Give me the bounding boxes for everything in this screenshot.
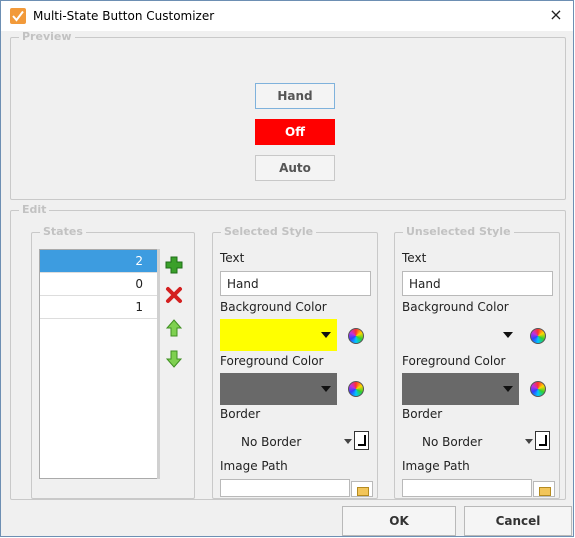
- selected-style-legend: Selected Style: [224, 225, 314, 238]
- selected-image-path-input[interactable]: [220, 479, 350, 497]
- chevron-down-icon: [503, 386, 513, 392]
- color-wheel-icon[interactable]: [348, 328, 364, 344]
- unselected-style-legend: Unselected Style: [406, 225, 511, 238]
- selected-border-select[interactable]: No Border: [241, 430, 301, 454]
- states-legend: States: [43, 225, 83, 238]
- selected-text-label: Text: [220, 251, 245, 265]
- chevron-down-icon: [321, 332, 331, 338]
- border-style-icon[interactable]: [354, 431, 369, 450]
- color-wheel-icon[interactable]: [530, 381, 546, 397]
- unselected-background-dropdown[interactable]: [402, 319, 519, 351]
- app-icon: [10, 8, 26, 24]
- ok-button[interactable]: OK: [342, 506, 456, 536]
- selected-foreground-label: Foreground Color: [220, 354, 324, 368]
- selected-background-label: Background Color: [220, 300, 327, 314]
- color-wheel-icon[interactable]: [530, 328, 546, 344]
- chevron-down-icon: [503, 332, 513, 338]
- unselected-text-input[interactable]: [402, 271, 553, 296]
- preview-legend: Preview: [22, 30, 72, 43]
- customizer-window: Multi-State Button Customizer × Preview …: [0, 0, 574, 537]
- unselected-image-path-input[interactable]: [402, 479, 532, 497]
- chevron-down-icon[interactable]: [344, 439, 352, 444]
- edit-legend: Edit: [22, 203, 47, 216]
- preview-button-hand[interactable]: Hand: [255, 83, 335, 109]
- selected-image-path-label: Image Path: [220, 459, 288, 473]
- selected-foreground-dropdown[interactable]: [220, 373, 337, 405]
- states-list[interactable]: 2 0 1: [39, 249, 158, 479]
- unselected-image-path-label: Image Path: [402, 459, 470, 473]
- add-icon[interactable]: [165, 256, 183, 274]
- cancel-button[interactable]: Cancel: [464, 506, 572, 536]
- preview-button-auto[interactable]: Auto: [255, 155, 335, 181]
- selected-border-label: Border: [220, 407, 261, 421]
- unselected-text-label: Text: [402, 251, 427, 265]
- chevron-down-icon[interactable]: [525, 439, 533, 444]
- state-row-1[interactable]: 1: [40, 296, 157, 319]
- chevron-down-icon: [321, 386, 331, 392]
- unselected-foreground-label: Foreground Color: [402, 354, 506, 368]
- state-row-0[interactable]: 0: [40, 273, 157, 296]
- move-up-icon[interactable]: [165, 319, 183, 337]
- unselected-background-label: Background Color: [402, 300, 509, 314]
- window-title: Multi-State Button Customizer: [33, 9, 215, 23]
- unselected-border-label: Border: [402, 407, 443, 421]
- browse-folder-icon[interactable]: [533, 481, 555, 497]
- border-style-icon[interactable]: [535, 431, 550, 450]
- unselected-foreground-dropdown[interactable]: [402, 373, 519, 405]
- close-button[interactable]: ×: [539, 1, 573, 31]
- title-bar: Multi-State Button Customizer ×: [1, 1, 573, 31]
- preview-button-off[interactable]: Off: [255, 119, 335, 145]
- unselected-border-select[interactable]: No Border: [422, 430, 482, 454]
- move-down-icon[interactable]: [165, 350, 183, 368]
- remove-icon[interactable]: [165, 286, 183, 304]
- browse-folder-icon[interactable]: [351, 481, 373, 497]
- states-list-scrollbar[interactable]: [157, 249, 160, 479]
- selected-text-input[interactable]: [220, 271, 371, 296]
- color-wheel-icon[interactable]: [348, 381, 364, 397]
- selected-background-dropdown[interactable]: [220, 319, 337, 351]
- state-row-2[interactable]: 2: [40, 250, 157, 273]
